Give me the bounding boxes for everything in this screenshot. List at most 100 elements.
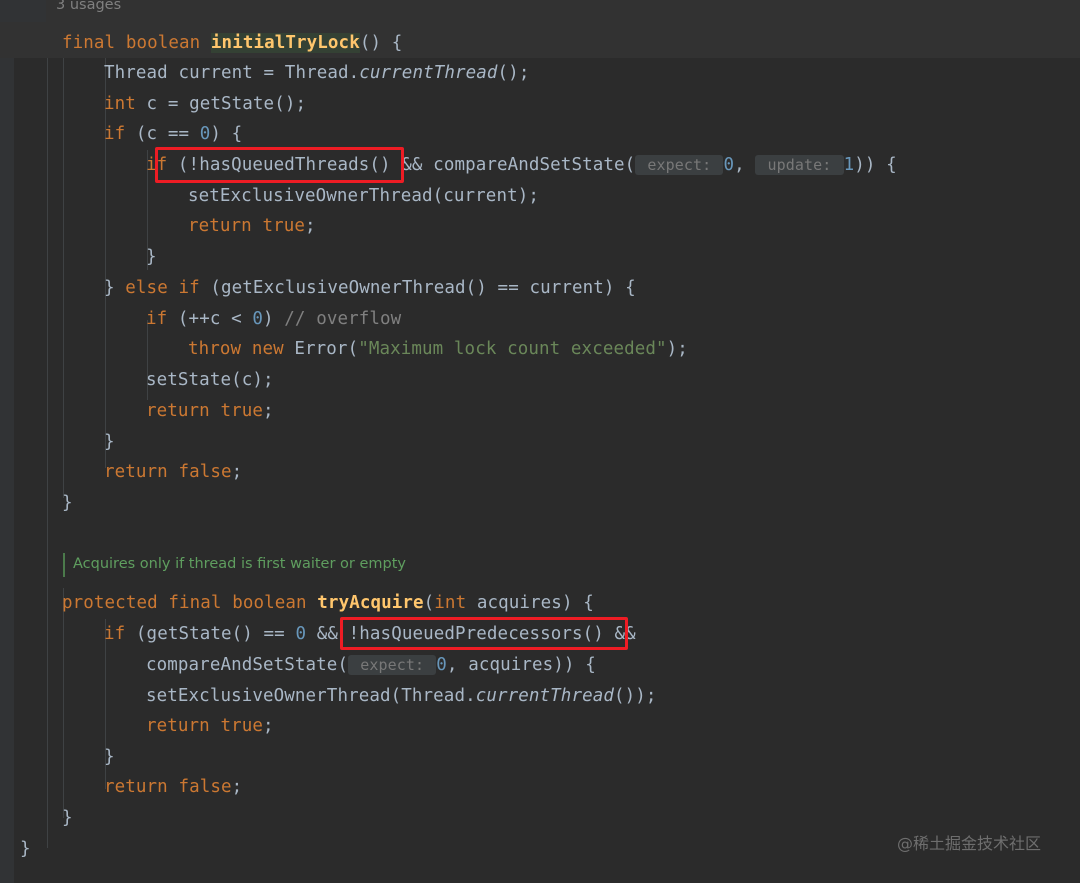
- code-token: setState(c);: [146, 370, 274, 390]
- code-token: if: [178, 278, 200, 298]
- code-token: && !hasQueuedPredecessors() &&: [306, 624, 636, 644]
- code-line[interactable]: }: [20, 834, 31, 864]
- code-token: boolean: [125, 33, 201, 53]
- code-line[interactable]: } else if (getExclusiveOwnerThread() == …: [104, 273, 636, 303]
- code-token: );: [666, 339, 688, 359]
- code-token: ,: [734, 155, 756, 175]
- code-line[interactable]: }: [104, 742, 115, 772]
- code-token: }: [104, 432, 115, 452]
- code-token: return: [188, 216, 252, 236]
- indent-guide-0: [47, 58, 48, 848]
- code-token: throw: [188, 339, 242, 359]
- code-token: 0: [295, 624, 307, 644]
- code-token: return: [146, 716, 210, 736]
- code-token: }: [104, 278, 126, 298]
- code-token: protected: [62, 593, 158, 613]
- code-token: initialTryLock: [210, 33, 360, 53]
- code-token: 0: [723, 155, 735, 175]
- doc-comment-bar: [63, 553, 65, 577]
- code-line[interactable]: setState(c);: [146, 365, 274, 395]
- code-token: }: [62, 808, 73, 828]
- code-token: if: [104, 624, 126, 644]
- code-token: 1: [843, 155, 855, 175]
- code-token: ();: [497, 63, 530, 83]
- code-token: if: [146, 309, 168, 329]
- code-line[interactable]: Thread current = Thread.currentThread();: [104, 58, 529, 88]
- editor-gutter-top: [0, 0, 46, 22]
- code-token: tryAcquire: [317, 593, 424, 613]
- code-token: update:: [755, 155, 844, 175]
- code-token: Error(: [283, 339, 359, 359]
- code-line[interactable]: }: [62, 488, 73, 518]
- code-line[interactable]: setExclusiveOwnerThread(current);: [188, 181, 539, 211]
- code-token: else: [125, 278, 168, 298]
- code-line[interactable]: int c = getState();: [104, 89, 306, 119]
- code-token: true: [262, 216, 306, 236]
- code-token: (getExclusiveOwnerThread() == current) {: [199, 278, 636, 298]
- code-line[interactable]: if (c == 0) {: [104, 119, 242, 149]
- code-token: "Maximum lock count exceeded": [358, 339, 667, 359]
- code-line[interactable]: }: [62, 803, 73, 833]
- code-line[interactable]: compareAndSetState( expect: 0, acquires)…: [146, 650, 596, 680]
- indent-guide-1: [63, 58, 64, 498]
- code-token: expect:: [348, 655, 437, 675]
- code-token: ;: [305, 216, 316, 236]
- code-token: () {: [359, 33, 403, 53]
- code-token: new: [251, 339, 284, 359]
- code-token: ;: [263, 716, 274, 736]
- usages-hint[interactable]: 3 usages: [56, 0, 121, 13]
- code-token: currentThread: [475, 686, 614, 706]
- code-token: // overflow: [284, 309, 402, 329]
- code-line[interactable]: if (getState() == 0 && !hasQueuedPredece…: [104, 619, 636, 649]
- code-token: , acquires)) {: [446, 655, 596, 675]
- code-line[interactable]: if (++c < 0) // overflow: [146, 304, 401, 334]
- code-token: setExclusiveOwnerThread(Thread.: [146, 686, 476, 706]
- code-token: return: [104, 462, 168, 482]
- code-token: ): [263, 309, 285, 329]
- line-highlight-band-usages: [0, 0, 1080, 22]
- watermark: @稀土掘金技术社区: [897, 834, 1042, 853]
- code-token: }: [20, 839, 31, 859]
- code-line[interactable]: setExclusiveOwnerThread(Thread.currentTh…: [146, 681, 657, 711]
- code-line[interactable]: }: [104, 427, 115, 457]
- code-line[interactable]: if (!hasQueuedThreads() && compareAndSet…: [146, 150, 897, 180]
- code-line[interactable]: }: [146, 242, 157, 272]
- code-line[interactable]: final boolean initialTryLock() {: [62, 28, 402, 58]
- code-line[interactable]: throw new Error("Maximum lock count exce…: [188, 334, 688, 364]
- code-token: if: [104, 124, 126, 144]
- code-token: }: [62, 493, 73, 513]
- code-token: ) {: [210, 124, 243, 144]
- code-token: false: [178, 777, 232, 797]
- code-line[interactable]: protected final boolean tryAcquire(int a…: [62, 588, 594, 618]
- code-line[interactable]: return false;: [104, 457, 242, 487]
- code-token: boolean: [232, 593, 307, 613]
- code-line[interactable]: return true;: [188, 211, 316, 241]
- code-token: acquires) {: [466, 593, 594, 613]
- code-token: false: [178, 462, 232, 482]
- code-line[interactable]: return true;: [146, 396, 274, 426]
- code-token: }: [104, 747, 115, 767]
- code-token: setExclusiveOwnerThread(current);: [188, 186, 539, 206]
- code-token: ;: [263, 401, 274, 421]
- editor-gutter: [0, 58, 14, 883]
- code-token: true: [220, 401, 264, 421]
- code-token: if: [146, 155, 168, 175]
- doc-comment-text: Acquires only if thread is first waiter …: [73, 556, 406, 572]
- code-token: 0: [199, 124, 211, 144]
- code-line[interactable]: return true;: [146, 711, 274, 741]
- code-token: (++c <: [167, 309, 253, 329]
- code-token: currentThread: [359, 63, 498, 83]
- code-token: (c ==: [125, 124, 200, 144]
- code-token: return: [146, 401, 210, 421]
- code-token: Thread current = Thread.: [104, 63, 360, 83]
- code-token: (!hasQueuedThreads() && compareAndSetSta…: [167, 155, 636, 175]
- code-line[interactable]: return false;: [104, 772, 242, 802]
